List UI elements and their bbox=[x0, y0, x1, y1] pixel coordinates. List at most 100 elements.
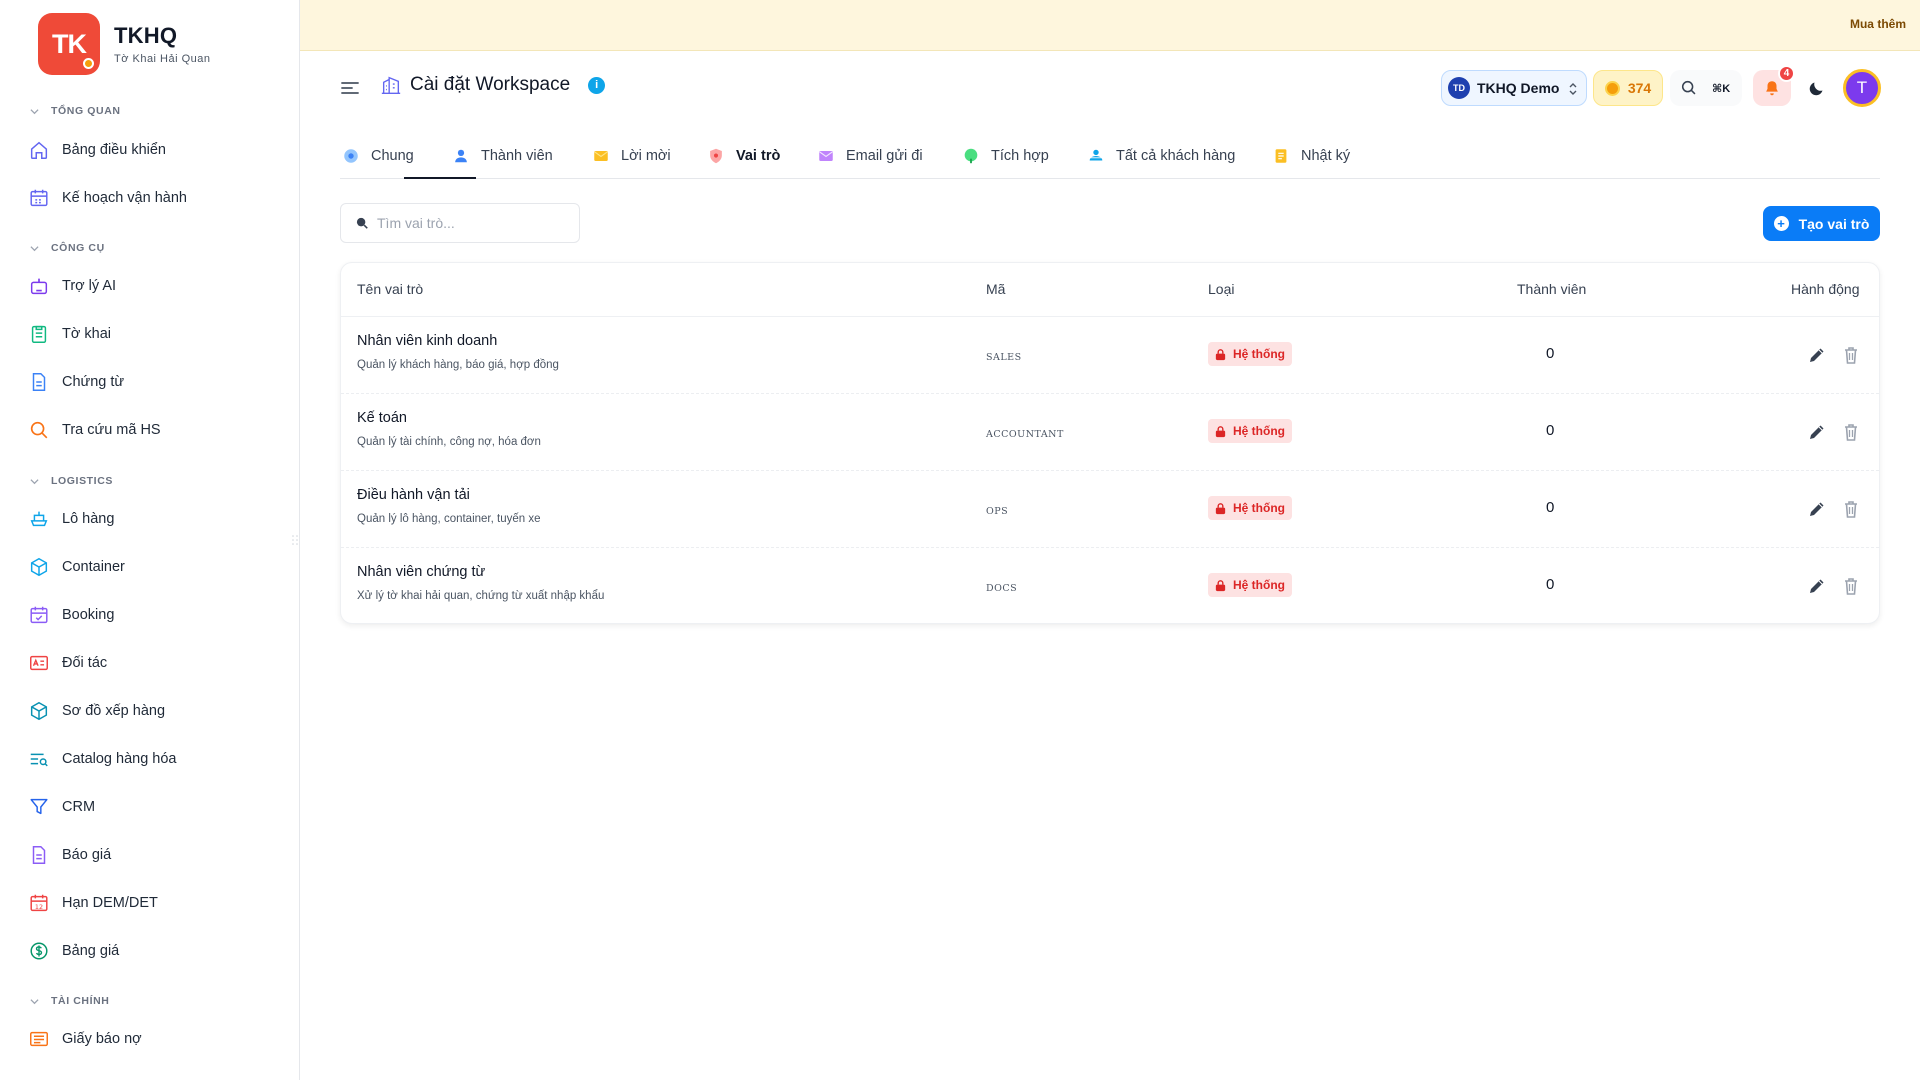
role-type-badge: Hệ thống bbox=[1208, 573, 1292, 597]
buy-more-link[interactable]: Mua thêm bbox=[1850, 17, 1906, 31]
role-description: Quản lý tài chính, công nợ, hóa đơn bbox=[357, 436, 541, 448]
menu-toggle-icon[interactable] bbox=[340, 78, 360, 98]
box-icon bbox=[30, 557, 48, 577]
sidebar-item-label: Catalog hàng hóa bbox=[62, 751, 177, 767]
sidebar-item-price-list[interactable]: Bảng giá bbox=[28, 936, 119, 966]
role-type-label: Hệ thống bbox=[1233, 347, 1285, 361]
sidebar-item-label: Kế hoạch vận hành bbox=[62, 190, 187, 206]
tab-roles[interactable]: Vai trò bbox=[705, 133, 782, 179]
role-search-input[interactable] bbox=[377, 215, 567, 231]
calendar-12-icon: 12 bbox=[30, 894, 48, 912]
sidebar-item-crm[interactable]: CRM bbox=[28, 792, 95, 822]
list-search-icon bbox=[30, 753, 48, 767]
tab-outgoing-email[interactable]: Email gửi đi bbox=[815, 133, 925, 179]
section-cong-cu[interactable]: CÔNG CỤ bbox=[30, 242, 105, 254]
section-label: TÀI CHÍNH bbox=[51, 995, 110, 1007]
section-tong-quan[interactable]: TỔNG QUAN bbox=[30, 105, 121, 117]
user-avatar[interactable]: T bbox=[1843, 69, 1881, 107]
sidebar-item-catalog[interactable]: Catalog hàng hóa bbox=[28, 744, 177, 774]
tab-label: Email gửi đi bbox=[846, 148, 923, 164]
sidebar-item-documents[interactable]: Chứng từ bbox=[28, 367, 124, 397]
brand[interactable]: TK TKHQ Tờ Khai Hải Quan bbox=[38, 13, 211, 75]
member-count: 0 bbox=[1546, 422, 1555, 439]
edit-pencil-icon[interactable] bbox=[1807, 345, 1827, 365]
member-count: 0 bbox=[1546, 576, 1555, 593]
trash-icon[interactable] bbox=[1842, 345, 1860, 365]
credits-value: 374 bbox=[1627, 80, 1652, 96]
edit-pencil-icon[interactable] bbox=[1807, 422, 1827, 442]
ship-icon bbox=[30, 511, 48, 527]
sidebar-item-label: Bảng điều khiển bbox=[62, 142, 166, 158]
sidebar-item-partners[interactable]: Đối tác bbox=[28, 648, 107, 678]
sidebar-item-label: Lô hàng bbox=[62, 511, 115, 527]
global-search-button[interactable]: ⌘K bbox=[1670, 70, 1742, 106]
credits-button[interactable]: 374 bbox=[1593, 70, 1663, 106]
sidebar-item-shipments[interactable]: Lô hàng bbox=[28, 504, 114, 534]
tab-all-customers[interactable]: Tất cả khách hàng bbox=[1085, 133, 1237, 179]
trash-icon[interactable] bbox=[1842, 499, 1860, 519]
sidebar-item-hs-lookup[interactable]: Tra cứu mã HS bbox=[28, 415, 161, 445]
coin-icon bbox=[1604, 80, 1620, 96]
edit-pencil-icon[interactable] bbox=[1807, 499, 1827, 519]
tab-members[interactable]: Thành viên bbox=[450, 133, 555, 179]
page-title: Cài đặt Workspace bbox=[410, 74, 571, 95]
sidebar-item-dem-det[interactable]: 12 Hạn DEM/DET bbox=[28, 888, 158, 918]
sidebar-item-label: Tờ khai bbox=[62, 326, 111, 342]
sidebar-item-ops-plan[interactable]: Kế hoạch vận hành bbox=[28, 183, 187, 213]
tab-label: Lời mời bbox=[621, 148, 671, 164]
plus-icon: + bbox=[1773, 216, 1789, 231]
sidebar-item-dashboard[interactable]: Bảng điều khiển bbox=[28, 135, 166, 165]
resize-handle[interactable] bbox=[292, 535, 298, 545]
create-role-button[interactable]: + Tạo vai trò bbox=[1763, 206, 1880, 241]
sidebar-item-container[interactable]: Container bbox=[28, 552, 125, 582]
role-type-badge: Hệ thống bbox=[1208, 496, 1292, 520]
theme-toggle-button[interactable] bbox=[1801, 72, 1833, 104]
section-logistics[interactable]: LOGISTICS bbox=[30, 475, 113, 487]
sidebar-item-label: Trợ lý AI bbox=[62, 278, 117, 294]
sidebar-item-ai-assistant[interactable]: Trợ lý AI bbox=[28, 271, 116, 301]
sidebar-item-stowage[interactable]: Sơ đồ xếp hàng bbox=[28, 696, 165, 726]
role-name: Nhân viên kinh doanh bbox=[357, 333, 498, 349]
search-icon bbox=[1681, 80, 1696, 95]
notebook-icon bbox=[1275, 149, 1287, 163]
sidebar-item-label: Đối tác bbox=[62, 655, 108, 671]
workspace-switcher[interactable]: TD TKHQ Demo bbox=[1441, 70, 1587, 106]
sidebar-item-label: Hạn DEM/DET bbox=[62, 895, 158, 911]
home-icon bbox=[30, 141, 48, 159]
lock-icon bbox=[1215, 348, 1226, 360]
page-header: Cài đặt Workspace i TD TKHQ Demo 374 ⌘K … bbox=[300, 52, 1920, 124]
workspace-name: TKHQ Demo bbox=[1477, 80, 1560, 96]
search-icon bbox=[30, 421, 48, 439]
role-type-label: Hệ thống bbox=[1233, 424, 1285, 438]
sidebar-item-declarations[interactable]: Tờ khai bbox=[28, 319, 111, 349]
notifications-button[interactable]: 4 bbox=[1753, 65, 1795, 106]
page-title-wrap: Cài đặt Workspace i bbox=[380, 74, 606, 96]
chevron-down-icon bbox=[30, 478, 39, 484]
trash-icon[interactable] bbox=[1842, 576, 1860, 596]
tab-logs[interactable]: Nhật ký bbox=[1270, 133, 1352, 179]
sidebar-item-label: Chứng từ bbox=[62, 374, 125, 390]
logo-text: TK bbox=[52, 28, 87, 59]
role-code: ACCOUNTANT bbox=[986, 429, 1064, 440]
tab-integrations[interactable]: Tích hợp bbox=[960, 133, 1051, 179]
tab-label: Vai trò bbox=[736, 148, 781, 164]
bell-icon bbox=[1766, 81, 1778, 96]
column-header-code: Mã bbox=[986, 281, 1006, 297]
role-code: OPS bbox=[986, 506, 1009, 517]
info-icon[interactable]: i bbox=[588, 76, 606, 94]
sidebar-item-label: Booking bbox=[62, 607, 115, 623]
trash-icon[interactable] bbox=[1842, 422, 1860, 442]
document-icon bbox=[32, 373, 46, 391]
role-description: Quản lý khách hàng, báo giá, hợp đồng bbox=[357, 359, 559, 371]
section-tai-chinh[interactable]: TÀI CHÍNH bbox=[30, 995, 109, 1007]
member-count: 0 bbox=[1546, 499, 1555, 516]
sidebar-item-quotes[interactable]: Báo giá bbox=[28, 840, 111, 870]
role-description: Xử lý tờ khai hải quan, chứng từ xuất nh… bbox=[357, 590, 605, 602]
sidebar-item-debit-note[interactable]: Giấy báo nợ bbox=[28, 1024, 142, 1054]
edit-pencil-icon[interactable] bbox=[1807, 576, 1827, 596]
tab-invitations[interactable]: Lời mời bbox=[590, 133, 673, 179]
role-search-field[interactable] bbox=[340, 203, 580, 243]
chevron-down-icon bbox=[30, 998, 39, 1004]
sidebar-item-booking[interactable]: Booking bbox=[28, 600, 114, 630]
tab-general[interactable]: Chung bbox=[340, 133, 416, 179]
